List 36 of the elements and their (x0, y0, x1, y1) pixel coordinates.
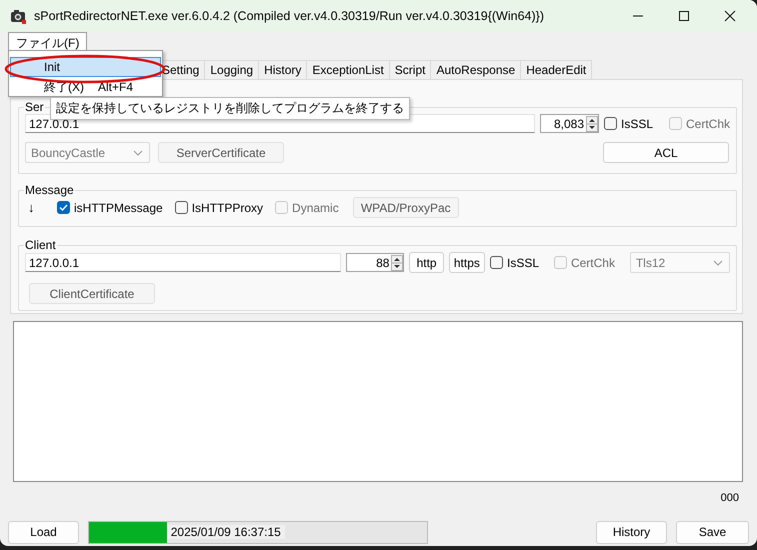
address-field[interactable]: 127.0.0.1 (25, 253, 341, 272)
chevron-down-icon (132, 148, 144, 158)
count-label: 000 (720, 492, 739, 504)
progress-text: 2025/01/09 16:37:15 (166, 525, 285, 539)
option-checkbox[interactable]: IsHTTPProxy (174, 200, 264, 214)
tab[interactable]: ExceptionList (306, 60, 390, 79)
tab[interactable]: History (258, 60, 308, 79)
tab[interactable]: HeaderEdit (520, 60, 592, 79)
menu-item[interactable]: ファイル(F) (8, 32, 88, 52)
acl-button[interactable]: ACL (603, 142, 729, 163)
menu-item[interactable]: 終了(X) Alt+F4 (10, 77, 161, 97)
chevron-down-icon (712, 258, 724, 268)
load-button[interactable]: Load (8, 520, 79, 544)
https-button[interactable]: https (448, 252, 486, 273)
history-button[interactable]: History (596, 520, 667, 544)
spin-buttons-icon[interactable] (586, 116, 598, 132)
ssl-checkbox[interactable]: IsSSL (604, 116, 654, 130)
tab[interactable]: Logging (204, 60, 260, 79)
group-label: Ser (24, 100, 45, 114)
direction-arrow: ↓ (27, 200, 36, 215)
check-icon (58, 202, 69, 213)
group-label: Client (24, 238, 57, 252)
port-field[interactable]: 88 (376, 256, 390, 270)
tab[interactable]: Script (388, 60, 432, 79)
window-title: sPortRedirectorNET.exe ver.6.0.4.2 (Compiled ver.v4.0.30319/Run ver.v4.0.30319{(Win64)}) (34, 9, 544, 23)
group-label: Message (24, 183, 75, 197)
tooltip: 設定を保持しているレジストリを削除してプログラムを終了する (50, 97, 410, 120)
camera-icon (10, 8, 26, 24)
tab[interactable]: AutoResponse (430, 60, 522, 79)
spin-buttons-icon[interactable] (391, 254, 404, 270)
maximize-icon (678, 10, 690, 22)
ssl-checkbox[interactable]: IsSSL (490, 256, 540, 270)
close-icon (724, 10, 736, 22)
http-button[interactable]: http (409, 252, 444, 273)
option-checkbox[interactable]: isHTTPMessage (57, 200, 163, 214)
save-button[interactable]: Save (676, 520, 749, 544)
